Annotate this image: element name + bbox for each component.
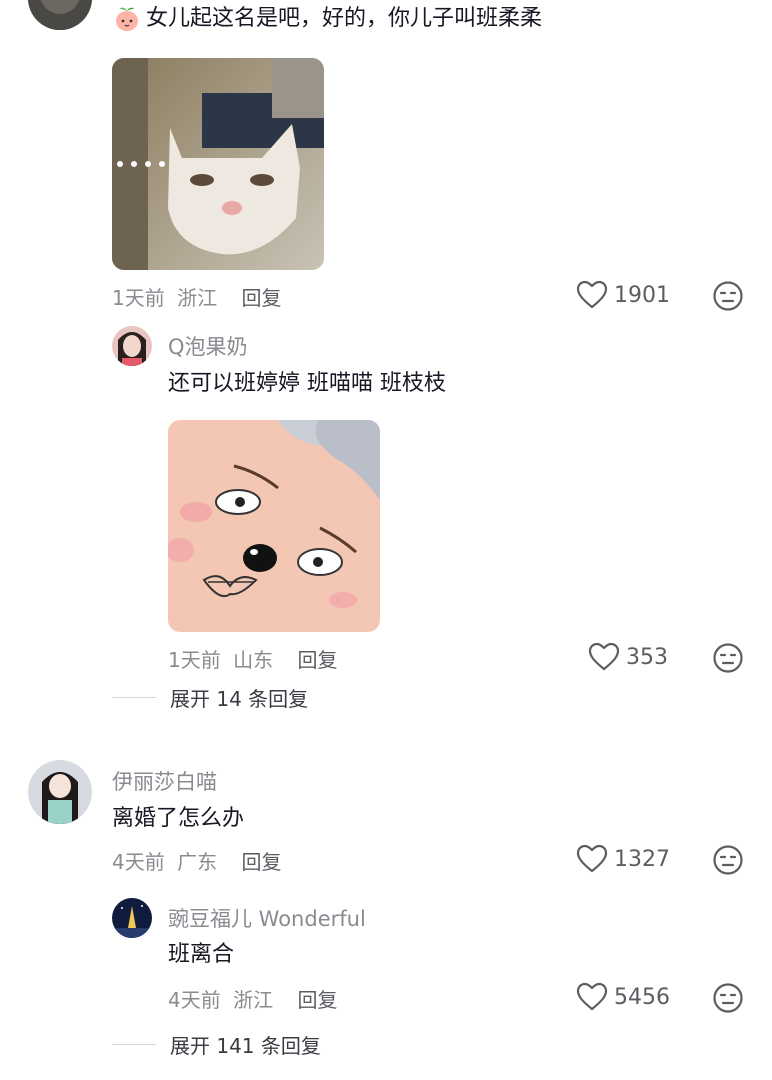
comment1-body: 女儿起这名是吧，好的，你儿子叫班柔柔: [112, 4, 542, 34]
comment-location: 浙江: [177, 286, 218, 310]
expand-replies-label: 展开 141 条回复: [170, 1034, 321, 1058]
reply-username[interactable]: 豌豆福儿 Wonderful: [168, 903, 366, 933]
heart-outline-icon: [588, 642, 620, 671]
comment1-avatar[interactable]: [28, 0, 92, 30]
avatar-image: [112, 326, 152, 366]
reply-text: 班离合: [168, 942, 235, 967]
heart-outline-icon: [576, 844, 608, 873]
expand-replies-button[interactable]: 展开 141 条回复: [112, 1030, 321, 1059]
comment2-text: 离婚了怎么办: [112, 806, 245, 831]
neutral-face-icon: [713, 643, 743, 673]
comment-time: 1天前: [112, 286, 165, 310]
reply-avatar[interactable]: [112, 898, 152, 938]
reply-text: 还可以班婷婷 班喵喵 班枝枝: [168, 371, 446, 396]
like-count: 5456: [614, 984, 670, 1010]
comment2-meta: 4天前 广东 回复: [112, 846, 281, 875]
reply-location: 山东: [233, 648, 274, 672]
reply-button[interactable]: 回复: [241, 286, 281, 310]
reply-image-sheep[interactable]: [168, 420, 380, 632]
expand-replies-label: 展开 14 条回复: [170, 687, 309, 711]
comment1-image-cat[interactable]: [112, 58, 324, 270]
neutral-face-icon: [713, 281, 743, 311]
comment2-like-button[interactable]: 1327: [576, 844, 670, 874]
divider: [112, 1044, 156, 1045]
reply-button[interactable]: 回复: [297, 988, 337, 1012]
comment2-avatar[interactable]: [28, 760, 92, 824]
comment2-dislike-button[interactable]: [712, 844, 744, 880]
comment1-like-button[interactable]: 1901: [576, 280, 670, 310]
heart-outline-icon: [576, 280, 608, 309]
like-count: 1327: [614, 846, 670, 872]
reply-avatar[interactable]: [112, 326, 152, 366]
reply-like-button[interactable]: 353: [588, 642, 668, 672]
neutral-face-icon: [713, 845, 743, 875]
like-count: 353: [626, 644, 668, 670]
reply-username[interactable]: Q泡果奶: [168, 331, 248, 361]
avatar-image: [28, 760, 92, 824]
comment-text: 女儿起这名是吧，好的，你儿子叫班柔柔: [112, 4, 542, 34]
reply-meta: 1天前 山东 回复: [168, 644, 337, 673]
comment2-username[interactable]: 伊丽莎白喵: [112, 766, 217, 796]
comment1-meta: 1天前 浙江 回复: [112, 282, 281, 311]
peach-emoji-icon: [116, 7, 138, 31]
cartoon-sheep-face: [168, 420, 380, 632]
neutral-face-icon: [713, 983, 743, 1013]
comment-time: 4天前: [112, 850, 165, 874]
expand-replies-button[interactable]: 展开 14 条回复: [112, 683, 308, 712]
reply-dislike-button[interactable]: [712, 642, 744, 678]
heart-outline-icon: [576, 982, 608, 1011]
reply-like-button[interactable]: 5456: [576, 982, 670, 1012]
reply-button[interactable]: 回复: [297, 648, 337, 672]
divider: [112, 697, 156, 698]
reply-location: 浙江: [233, 988, 274, 1012]
reply-button[interactable]: 回复: [241, 850, 281, 874]
cat-photo: [112, 58, 324, 270]
reply-time: 1天前: [168, 648, 221, 672]
like-count: 1901: [614, 282, 670, 308]
comment1-text: 女儿起这名是吧，好的，你儿子叫班柔柔: [146, 6, 543, 31]
comment1-dislike-button[interactable]: [712, 280, 744, 316]
reply-time: 4天前: [168, 988, 221, 1012]
avatar-image: [28, 0, 92, 30]
avatar-image: [112, 898, 152, 938]
comment-location: 广东: [177, 850, 218, 874]
reply-meta: 4天前 浙江 回复: [168, 984, 337, 1013]
reply-dislike-button[interactable]: [712, 982, 744, 1018]
